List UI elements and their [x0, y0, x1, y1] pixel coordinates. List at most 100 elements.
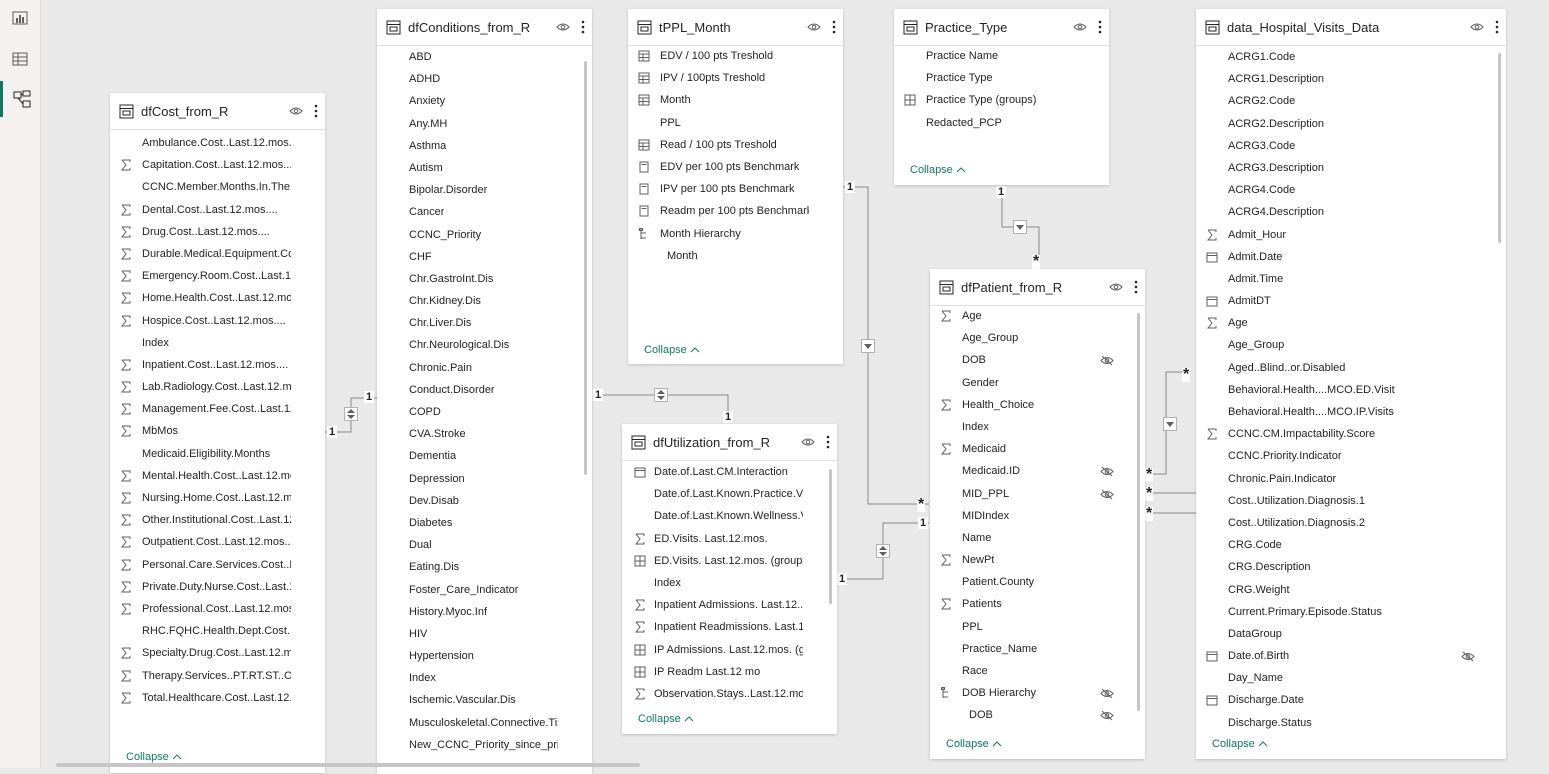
field-row[interactable]: Admit.Time: [1196, 269, 1506, 291]
field-row[interactable]: Month: [628, 90, 843, 112]
field-row[interactable]: CRG.Weight: [1196, 580, 1506, 602]
table-card-dfUtilization[interactable]: dfUtilization_from_R Date.of.Last.CM.Inte…: [622, 424, 837, 734]
field-row[interactable]: Name: [930, 528, 1145, 550]
field-row[interactable]: Date.of.Last.Known.Practice.Visit: [622, 484, 837, 506]
field-row[interactable]: Current.Primary.Episode.Status: [1196, 602, 1506, 624]
field-row[interactable]: Medicaid.ID: [930, 461, 1145, 483]
field-row[interactable]: Health_Choice: [930, 395, 1145, 417]
table-header[interactable]: Practice_Type: [894, 9, 1109, 46]
field-row[interactable]: Chr.GastroInt.Dis: [377, 269, 592, 291]
vertical-scrollbar[interactable]: [1137, 313, 1140, 711]
field-row[interactable]: Durable.Medical.Equipment.Cos...: [110, 244, 325, 266]
field-row[interactable]: CVA.Stroke: [377, 424, 592, 446]
field-row[interactable]: Age: [1196, 313, 1506, 335]
eye-icon[interactable]: [1470, 22, 1484, 32]
hidden-eye-icon[interactable]: [1461, 651, 1475, 662]
field-row[interactable]: Chr.Neurological.Dis: [377, 335, 592, 357]
more-options-icon[interactable]: [313, 103, 319, 119]
field-row[interactable]: IP Readm Last.12 mo: [622, 662, 837, 684]
field-row[interactable]: Private.Duty.Nurse.Cost..Last.12....: [110, 577, 325, 599]
field-row[interactable]: MIDIndex: [930, 506, 1145, 528]
field-row[interactable]: Dental.Cost..Last.12.mos....: [110, 200, 325, 222]
field-row[interactable]: Hypertension: [377, 646, 592, 668]
field-row[interactable]: RHC.FQHC.Health.Dept.Cost..La...: [110, 621, 325, 643]
collapse-link[interactable]: Collapse: [910, 164, 966, 176]
more-options-icon[interactable]: [580, 19, 586, 35]
field-row[interactable]: CRG.Code: [1196, 535, 1506, 557]
field-row[interactable]: DOB Hierarchy: [930, 683, 1145, 705]
single-filter-icon[interactable]: [1013, 220, 1027, 234]
field-row[interactable]: Index: [377, 668, 592, 690]
vertical-scrollbar[interactable]: [1498, 53, 1501, 243]
field-row[interactable]: Aged..Blind..or.Disabled: [1196, 358, 1506, 380]
field-row[interactable]: MbMos: [110, 421, 325, 443]
table-card-tPPL-Month[interactable]: tPPL_Month EDV / 100 pts Treshold IPV / 10…: [628, 9, 843, 364]
field-row[interactable]: EDV per 100 pts Benchmark: [628, 157, 843, 179]
hidden-eye-icon[interactable]: [1100, 688, 1114, 699]
field-row[interactable]: Practice Type (groups): [894, 90, 1109, 112]
more-options-icon[interactable]: [831, 19, 837, 35]
eye-icon[interactable]: [1109, 282, 1123, 292]
field-row[interactable]: Date.of.Last.CM.Interaction: [622, 462, 837, 484]
table-header[interactable]: tPPL_Month: [628, 9, 843, 46]
field-row[interactable]: Gender: [930, 373, 1145, 395]
field-row[interactable]: Redacted_PCP: [894, 113, 1109, 135]
hidden-eye-icon[interactable]: [1100, 710, 1114, 721]
field-row[interactable]: DOB: [930, 350, 1145, 372]
field-row[interactable]: Nursing.Home.Cost..Last.12.mos....: [110, 488, 325, 510]
hidden-eye-icon[interactable]: [1100, 466, 1114, 477]
single-filter-icon[interactable]: [1163, 417, 1177, 431]
field-row[interactable]: Medicaid: [930, 439, 1145, 461]
field-row[interactable]: Any.MH: [377, 114, 592, 136]
field-row[interactable]: Personal.Care.Services.Cost..Last...: [110, 555, 325, 577]
table-header[interactable]: dfConditions_from_R: [377, 9, 592, 46]
field-row[interactable]: Age_Group: [930, 328, 1145, 350]
field-row[interactable]: PPL: [628, 113, 843, 135]
field-row[interactable]: Practice_Name: [930, 639, 1145, 661]
field-row[interactable]: ABD: [377, 47, 592, 69]
model-view-button[interactable]: [0, 81, 40, 117]
field-row[interactable]: Foster_Care_Indicator: [377, 580, 592, 602]
field-row[interactable]: Dual: [377, 535, 592, 557]
field-row[interactable]: DOB: [930, 705, 1145, 727]
field-row[interactable]: ACRG3.Description: [1196, 158, 1506, 180]
field-row[interactable]: Cost..Utilization.Diagnosis.2: [1196, 513, 1506, 535]
field-row[interactable]: Practice Name: [894, 46, 1109, 68]
data-view-button[interactable]: [0, 41, 40, 77]
field-row[interactable]: Chronic.Pain.Indicator: [1196, 469, 1506, 491]
field-row[interactable]: Dev.Disab: [377, 491, 592, 513]
field-row[interactable]: Lab.Radiology.Cost..Last.12.mos....: [110, 377, 325, 399]
field-row[interactable]: MID_PPL: [930, 484, 1145, 506]
field-row[interactable]: Therapy.Services..PT.RT.ST..Cost....: [110, 666, 325, 688]
field-row[interactable]: Inpatient Readmissions. Last.12....: [622, 617, 837, 639]
field-row[interactable]: Date.of.Birth: [1196, 646, 1506, 668]
field-row[interactable]: Month: [628, 246, 843, 268]
field-row[interactable]: ED.Visits. Last.12.mos.: [622, 529, 837, 551]
field-row[interactable]: ACRG3.Code: [1196, 136, 1506, 158]
field-row[interactable]: ED.Visits. Last.12.mos. (groups): [622, 551, 837, 573]
field-row[interactable]: Musculoskeletal.Connective.Tis...: [377, 713, 592, 735]
table-header[interactable]: dfUtilization_from_R: [622, 424, 837, 461]
field-row[interactable]: Depression: [377, 469, 592, 491]
table-header[interactable]: dfCost_from_R: [110, 93, 325, 130]
hidden-eye-icon[interactable]: [1100, 489, 1114, 500]
field-row[interactable]: NewPt: [930, 550, 1145, 572]
field-row[interactable]: Month Hierarchy: [628, 224, 843, 246]
field-row[interactable]: ACRG2.Description: [1196, 114, 1506, 136]
field-row[interactable]: Management.Fee.Cost..Last.12....: [110, 399, 325, 421]
single-filter-icon[interactable]: [861, 339, 875, 353]
collapse-link[interactable]: Collapse: [638, 713, 694, 725]
field-row[interactable]: Specialty.Drug.Cost..Last.12.mos....: [110, 643, 325, 665]
field-row[interactable]: Cost..Utilization.Diagnosis.1: [1196, 491, 1506, 513]
field-row[interactable]: Cancer: [377, 202, 592, 224]
field-row[interactable]: Age_Group: [1196, 335, 1506, 357]
field-row[interactable]: IPV per 100 pts Benchmark: [628, 179, 843, 201]
field-row[interactable]: Outpatient.Cost..Last.12.mos....: [110, 532, 325, 554]
field-row[interactable]: Dementia: [377, 446, 592, 468]
report-view-button[interactable]: [0, 0, 40, 36]
field-row[interactable]: Age: [930, 306, 1145, 328]
field-row[interactable]: Chr.Kidney.Dis: [377, 291, 592, 313]
field-row[interactable]: Medicaid.Eligibility.Months: [110, 444, 325, 466]
field-row[interactable]: Professional.Cost..Last.12.mos....: [110, 599, 325, 621]
eye-icon[interactable]: [556, 22, 570, 32]
